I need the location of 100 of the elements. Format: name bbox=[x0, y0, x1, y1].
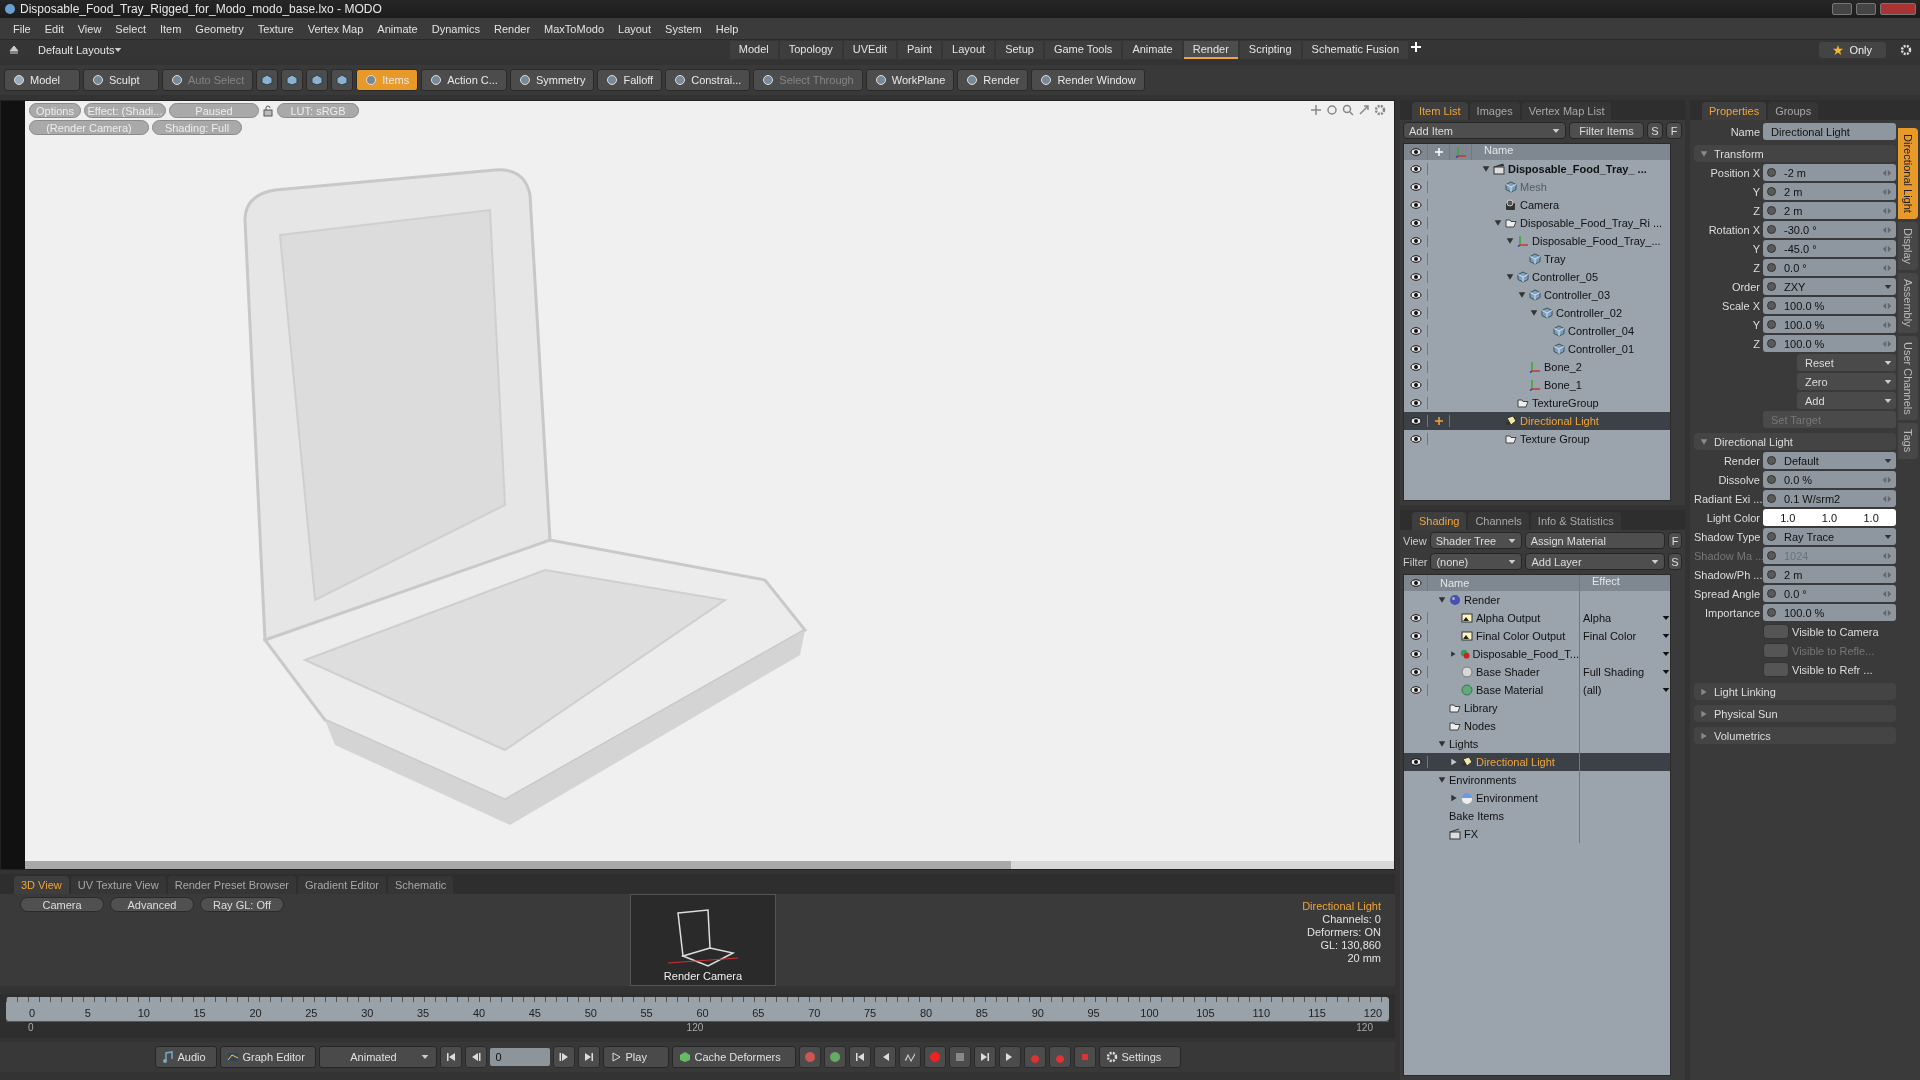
tree-row[interactable]: Disposable_Food_Tray_... bbox=[1404, 232, 1670, 250]
view-dropdown[interactable]: Shader Tree bbox=[1429, 532, 1522, 549]
menu-item[interactable]: File bbox=[6, 22, 38, 35]
tree-row[interactable]: Texture Group bbox=[1404, 430, 1670, 448]
menu-item[interactable]: Help bbox=[708, 22, 746, 35]
side-tab[interactable]: User Channels bbox=[1898, 335, 1918, 421]
layouts-dropdown[interactable]: Default Layouts bbox=[38, 44, 115, 56]
panel-tab[interactable]: UV Texture View bbox=[70, 876, 166, 894]
layout-tab[interactable]: Render bbox=[1183, 41, 1238, 59]
property-field[interactable]: -45.0 ° bbox=[1763, 240, 1896, 257]
record-button[interactable] bbox=[923, 1046, 946, 1068]
caret-icon[interactable] bbox=[1530, 309, 1538, 317]
property-field[interactable]: 100.0 % bbox=[1763, 297, 1896, 314]
tree-row[interactable]: Base Shader Full Shading bbox=[1404, 663, 1670, 681]
layout-tab[interactable]: Layout bbox=[943, 41, 995, 59]
auto-key-button[interactable] bbox=[948, 1046, 971, 1068]
view-option-button[interactable]: Ray GL: Off bbox=[200, 897, 284, 912]
previous-frame-button[interactable] bbox=[464, 1046, 487, 1068]
caret-icon[interactable] bbox=[1662, 650, 1670, 658]
menu-item[interactable]: Item bbox=[152, 22, 189, 35]
last-frame-button[interactable] bbox=[577, 1046, 600, 1068]
color-field[interactable]: 1.0 1.0 1.0 bbox=[1763, 509, 1896, 526]
audio-button[interactable]: Audio bbox=[154, 1046, 217, 1068]
panel-tab[interactable]: Item List bbox=[1412, 102, 1468, 120]
tree-row[interactable]: Environments bbox=[1404, 771, 1670, 789]
caret-icon[interactable] bbox=[1450, 758, 1458, 766]
frame-field[interactable]: 0 bbox=[489, 1048, 550, 1066]
cube-button[interactable] bbox=[281, 69, 304, 91]
delete-key-button[interactable] bbox=[1073, 1046, 1096, 1068]
tree-row[interactable]: Render bbox=[1404, 591, 1670, 609]
tree-row[interactable]: Bone_1 bbox=[1404, 376, 1670, 394]
property-field[interactable]: 0.0 ° bbox=[1763, 585, 1896, 602]
section-header[interactable]: Directional Light bbox=[1694, 433, 1896, 450]
mode-button[interactable]: Model bbox=[4, 69, 80, 91]
previous-key-button[interactable] bbox=[848, 1046, 871, 1068]
section-header[interactable]: Light Linking bbox=[1694, 683, 1896, 700]
menu-button[interactable]: Zero bbox=[1797, 373, 1896, 390]
add-layer-dropdown[interactable]: Add Layer bbox=[1525, 553, 1665, 570]
side-tab[interactable]: Directional Light bbox=[1898, 128, 1918, 219]
tree-row[interactable]: Bone_2 bbox=[1404, 358, 1670, 376]
property-dropdown[interactable]: Ray Trace bbox=[1763, 528, 1896, 545]
f-button[interactable]: F bbox=[1668, 532, 1682, 549]
caret-icon[interactable] bbox=[1662, 614, 1670, 622]
tree-row[interactable]: TextureGroup bbox=[1404, 394, 1670, 412]
section-header[interactable]: Transform bbox=[1694, 145, 1896, 162]
cache-deformers-button[interactable]: Cache Deformers bbox=[671, 1046, 796, 1068]
menu-item[interactable]: Layout bbox=[611, 22, 659, 35]
layout-tab[interactable]: Setup bbox=[996, 41, 1043, 59]
cube-button[interactable] bbox=[331, 69, 354, 91]
curve-button[interactable] bbox=[898, 1046, 921, 1068]
caret-icon[interactable] bbox=[1662, 668, 1670, 676]
delete-key-button[interactable] bbox=[1048, 1046, 1071, 1068]
menu-item[interactable]: Dynamics bbox=[424, 22, 487, 35]
caret-icon[interactable] bbox=[1518, 291, 1526, 299]
tree-row[interactable]: Environment bbox=[1404, 789, 1670, 807]
layout-tab[interactable]: Game Tools bbox=[1044, 41, 1122, 59]
property-field[interactable]: 0.0 ° bbox=[1763, 259, 1896, 276]
tree-row[interactable]: Directional Light bbox=[1404, 412, 1670, 430]
tree-row[interactable]: Bake Items bbox=[1404, 807, 1670, 825]
caret-icon[interactable] bbox=[1494, 219, 1502, 227]
caret-icon[interactable] bbox=[1662, 632, 1670, 640]
section-header[interactable]: Physical Sun bbox=[1694, 705, 1896, 722]
panel-tab[interactable]: Images bbox=[1469, 102, 1520, 120]
key-button[interactable] bbox=[823, 1046, 846, 1068]
view-option-button[interactable]: Advanced bbox=[110, 897, 194, 912]
scrollbar[interactable] bbox=[25, 861, 1394, 869]
toggle-switch[interactable] bbox=[1763, 624, 1789, 639]
layout-tab[interactable]: Schematic Fusion bbox=[1302, 41, 1409, 59]
caret-icon[interactable] bbox=[1438, 776, 1446, 784]
property-field[interactable]: 0.0 % bbox=[1763, 471, 1896, 488]
property-field[interactable]: -2 m bbox=[1763, 164, 1896, 181]
menu-item[interactable]: System bbox=[658, 22, 709, 35]
caret-icon[interactable] bbox=[1506, 273, 1514, 281]
tool-button[interactable]: Falloff bbox=[597, 69, 663, 91]
panel-tab[interactable]: Groups bbox=[1768, 102, 1819, 120]
next-frame-button[interactable] bbox=[552, 1046, 575, 1068]
previous-key-button[interactable] bbox=[873, 1046, 896, 1068]
s-button[interactable]: S bbox=[1647, 122, 1663, 139]
tree-row[interactable]: Disposable_Food_Tray_Ri ... bbox=[1404, 214, 1670, 232]
caret-icon[interactable] bbox=[1506, 237, 1514, 245]
filter-items-button[interactable]: Filter Items bbox=[1569, 122, 1644, 139]
tree-row[interactable]: Alpha Output Alpha bbox=[1404, 609, 1670, 627]
tree-row[interactable]: Controller_02 bbox=[1404, 304, 1670, 322]
property-field[interactable]: 100.0 % bbox=[1763, 335, 1896, 352]
side-tab[interactable]: Display bbox=[1898, 221, 1918, 270]
menu-item[interactable]: Vertex Map bbox=[300, 22, 371, 35]
property-field[interactable]: -30.0 ° bbox=[1763, 221, 1896, 238]
tool-button[interactable]: WorkPlane bbox=[865, 69, 955, 91]
animated-dropdown[interactable]: Animated bbox=[318, 1046, 437, 1068]
tree-row[interactable]: Base Material (all) bbox=[1404, 681, 1670, 699]
panel-tab[interactable]: Channels bbox=[1468, 512, 1529, 530]
next-key-button[interactable] bbox=[998, 1046, 1021, 1068]
layout-tab[interactable]: UVEdit bbox=[843, 41, 896, 59]
tree-row[interactable]: Tray bbox=[1404, 250, 1670, 268]
tree-row[interactable]: Disposable_Food_T... bbox=[1404, 645, 1670, 663]
tree-row[interactable]: Final Color Output Final Color bbox=[1404, 627, 1670, 645]
property-dropdown[interactable]: ZXY bbox=[1763, 278, 1896, 295]
menu-item[interactable]: Texture bbox=[250, 22, 301, 35]
tool-button[interactable]: Render bbox=[957, 69, 1029, 91]
panel-tab[interactable]: Vertex Map List bbox=[1521, 102, 1612, 120]
